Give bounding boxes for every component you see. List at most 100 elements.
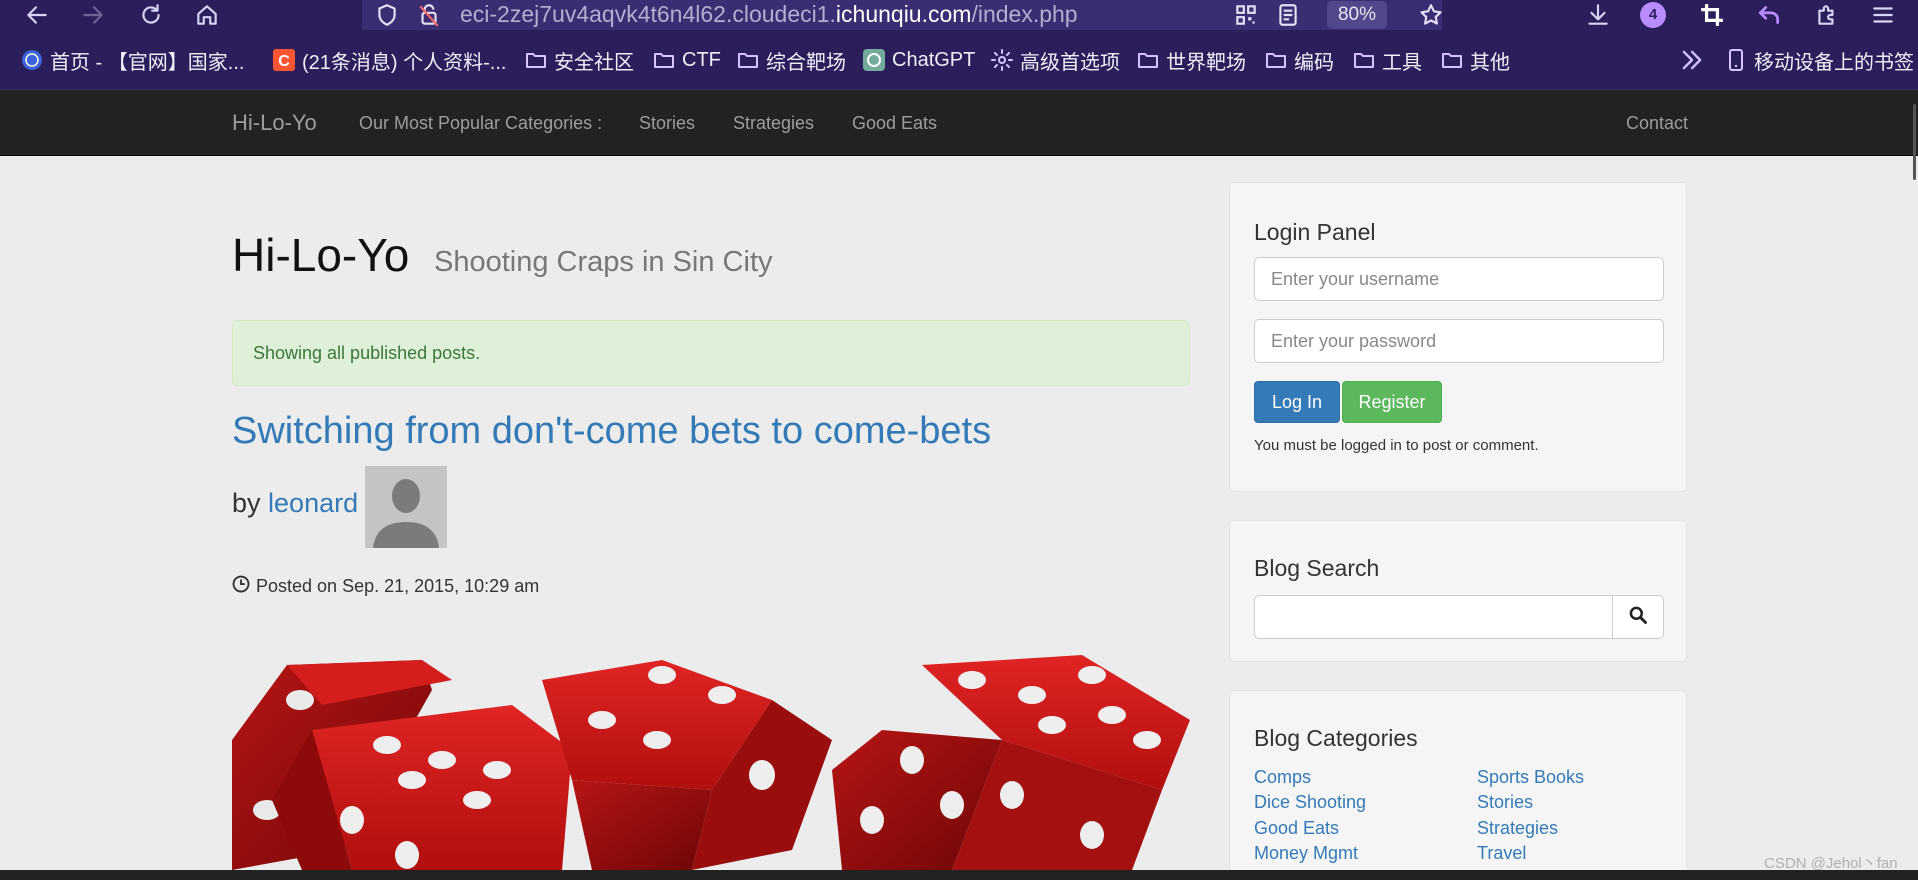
- reader-view-icon[interactable]: [1273, 0, 1303, 30]
- register-button[interactable]: Register: [1342, 381, 1442, 423]
- browser-toolbar: eci-2zej7uv4aqvk4t6n4l62.cloudeci1.ichun…: [0, 0, 1918, 34]
- bookmark-folder[interactable]: 其他: [1440, 44, 1510, 76]
- site-navbar: Hi-Lo-Yo Our Most Popular Categories : S…: [0, 90, 1918, 156]
- bookmark-folder[interactable]: 综合靶场: [736, 44, 846, 76]
- login-panel-heading: Login Panel: [1254, 219, 1376, 245]
- post-date: Posted on Sep. 21, 2015, 10:29 am: [232, 574, 539, 598]
- nav-link-strategies[interactable]: Strategies: [733, 90, 814, 156]
- bookmark-label: 工具: [1382, 51, 1422, 74]
- category-link-money-mgmt[interactable]: Money Mgmt: [1254, 843, 1358, 864]
- category-link-dice-shooting[interactable]: Dice Shooting: [1254, 792, 1366, 813]
- blog-categories-panel: Blog Categories Comps Dice Shooting Good…: [1229, 690, 1687, 880]
- byline-prefix: by: [232, 488, 261, 518]
- bookmark-folder[interactable]: 编码: [1264, 44, 1334, 76]
- login-note: You must be logged in to post or comment…: [1254, 437, 1539, 454]
- search-button[interactable]: [1612, 595, 1664, 639]
- category-link-comps[interactable]: Comps: [1254, 767, 1311, 788]
- blog-search-heading: Blog Search: [1254, 555, 1380, 581]
- bookmark-item[interactable]: ChatGPT: [862, 44, 975, 76]
- author-link[interactable]: leonard: [268, 488, 358, 518]
- back-arrow-icon[interactable]: [22, 0, 52, 30]
- bookmark-label: 综合靶场: [766, 51, 846, 74]
- bookmark-label: ChatGPT: [892, 48, 976, 71]
- blog-categories-heading: Blog Categories: [1254, 725, 1418, 751]
- bookmark-folder[interactable]: 世界靶场: [1136, 44, 1246, 76]
- reload-icon[interactable]: [136, 0, 166, 30]
- folder-icon: [736, 48, 760, 72]
- category-link-sports-books[interactable]: Sports Books: [1477, 767, 1584, 788]
- search-input[interactable]: [1254, 595, 1614, 639]
- post-image-dice: [232, 620, 1190, 870]
- bookmark-folder[interactable]: 工具: [1352, 44, 1422, 76]
- bookmarks-bar: 首页 - 【官网】国家... C (21条消息) 个人资料-... 安全社区 C…: [0, 30, 1918, 90]
- bookmark-label: 安全社区: [554, 51, 634, 74]
- post-byline: by leonard: [232, 488, 358, 519]
- bookmark-item[interactable]: C (21条消息) 个人资料-...: [272, 44, 506, 76]
- svg-text:C: C: [278, 53, 290, 70]
- clock-icon: [232, 575, 250, 598]
- url-text[interactable]: eci-2zej7uv4aqvk4t6n4l62.cloudeci1.ichun…: [460, 0, 1078, 30]
- nav-categories-label: Our Most Popular Categories :: [359, 113, 603, 133]
- chatgpt-icon: [862, 48, 886, 72]
- avatar: [365, 466, 447, 548]
- menu-icon[interactable]: [1868, 0, 1898, 30]
- bookmark-mobile[interactable]: 移动设备上的书签: [1724, 44, 1914, 76]
- bookmark-label: 其他: [1470, 51, 1510, 74]
- category-link-good-eats[interactable]: Good Eats: [1254, 818, 1339, 839]
- home-icon[interactable]: [192, 0, 222, 30]
- gear-icon: [990, 48, 1014, 72]
- die-shape: [272, 705, 572, 870]
- password-input[interactable]: [1254, 319, 1664, 363]
- login-button[interactable]: Log In: [1254, 381, 1340, 423]
- username-input[interactable]: [1254, 257, 1664, 301]
- folder-icon: [1264, 48, 1288, 72]
- bookmark-item[interactable]: 首页 - 【官网】国家...: [20, 44, 244, 76]
- search-icon: [1628, 605, 1648, 630]
- undo-icon[interactable]: [1754, 0, 1784, 30]
- category-link-strategies[interactable]: Strategies: [1477, 818, 1558, 839]
- star-icon[interactable]: [1416, 0, 1446, 30]
- nav-link-contact[interactable]: Contact: [1626, 90, 1688, 156]
- bookmark-label: 高级首选项: [1020, 51, 1120, 74]
- bookmark-folder[interactable]: CTF: [652, 44, 721, 76]
- category-link-stories[interactable]: Stories: [1477, 792, 1533, 813]
- download-icon[interactable]: [1583, 0, 1613, 30]
- bookmark-item[interactable]: 高级首选项: [990, 44, 1120, 76]
- nav-brand[interactable]: Hi-Lo-Yo: [232, 90, 317, 156]
- zoom-level[interactable]: 80%: [1327, 1, 1387, 29]
- extensions-icon[interactable]: [1812, 0, 1842, 30]
- qr-code-icon[interactable]: [1231, 0, 1261, 30]
- die-shape: [832, 655, 1190, 870]
- post-title-link[interactable]: Switching from don't-come bets to come-b…: [232, 410, 991, 453]
- folder-icon: [1352, 48, 1376, 72]
- bookmark-label: CTF: [682, 48, 721, 71]
- bookmark-label: 编码: [1294, 51, 1334, 74]
- blog-search-panel: Blog Search: [1229, 520, 1687, 662]
- csdn-icon: C: [272, 48, 296, 72]
- site-globe-icon: [20, 48, 44, 72]
- shield-icon[interactable]: [372, 0, 402, 30]
- extension-count-badge[interactable]: 4: [1640, 2, 1666, 28]
- folder-icon: [1440, 48, 1464, 72]
- bookmark-label: (21条消息) 个人资料-...: [302, 51, 507, 74]
- status-alert: Showing all published posts.: [232, 320, 1190, 386]
- nav-link-stories[interactable]: Stories: [639, 90, 695, 156]
- folder-icon: [652, 48, 676, 72]
- folder-icon: [524, 48, 548, 72]
- bookmark-label: 移动设备上的书签: [1754, 51, 1914, 74]
- bookmark-folder[interactable]: 安全社区: [524, 44, 634, 76]
- forward-arrow-icon[interactable]: [78, 0, 108, 30]
- bookmark-label: 世界靶场: [1166, 51, 1246, 74]
- bookmark-label: 首页 - 【官网】国家...: [50, 51, 245, 74]
- chevron-right-icon[interactable]: [1678, 46, 1706, 74]
- page-scrollbar[interactable]: [1913, 104, 1916, 180]
- insecure-lock-icon[interactable]: [414, 0, 444, 30]
- nav-link-good-eats[interactable]: Good Eats: [852, 90, 937, 156]
- crop-icon[interactable]: [1697, 0, 1727, 30]
- category-link-travel[interactable]: Travel: [1477, 843, 1526, 864]
- login-panel: Login Panel Log In Register You must be …: [1229, 182, 1687, 492]
- mobile-icon: [1724, 48, 1748, 72]
- page-subtitle: Shooting Craps in Sin City: [434, 246, 773, 278]
- die-shape: [542, 660, 832, 870]
- folder-icon: [1136, 48, 1160, 72]
